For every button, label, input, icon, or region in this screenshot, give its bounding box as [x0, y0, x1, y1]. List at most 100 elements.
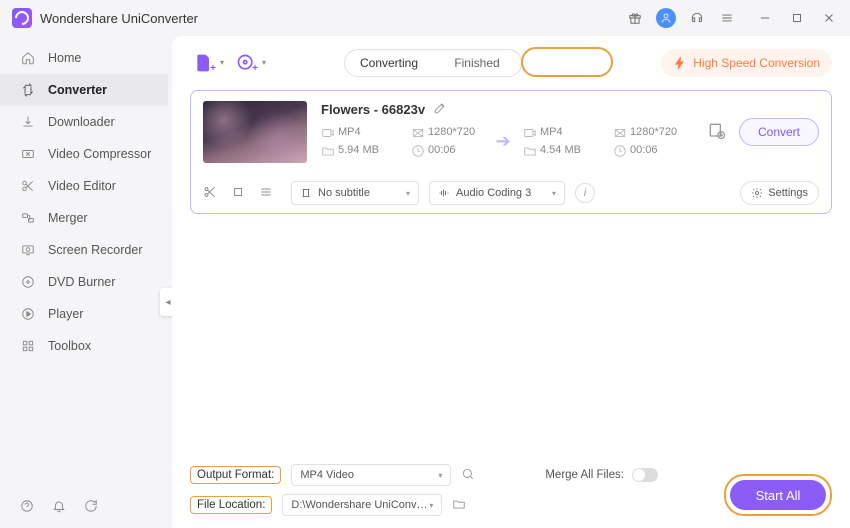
converter-icon: [20, 82, 36, 98]
chevron-down-icon: ▾: [429, 501, 433, 510]
download-icon: [20, 114, 36, 130]
plus-icon: +: [252, 63, 258, 74]
folder-icon: [321, 144, 333, 156]
plus-icon: +: [210, 63, 216, 74]
more-icon[interactable]: [259, 185, 273, 202]
crop-icon[interactable]: [231, 185, 245, 202]
sidebar-item-player[interactable]: Player: [0, 298, 168, 330]
app-logo: [12, 8, 32, 28]
highlight-finished: [521, 47, 613, 77]
dst-resolution: 1280*720: [630, 126, 677, 138]
sidebar-item-label: Toolbox: [48, 339, 91, 353]
speed-label: High Speed Conversion: [693, 56, 820, 70]
output-format-dropdown[interactable]: MP4 Video▾: [291, 464, 451, 486]
file-location-dropdown[interactable]: D:\Wondershare UniConverter 1▾: [282, 494, 442, 516]
sidebar-item-converter[interactable]: Converter: [0, 74, 168, 106]
sidebar-item-compressor[interactable]: Video Compressor: [0, 138, 168, 170]
merger-icon: [20, 210, 36, 226]
src-size: 5.94 MB: [338, 144, 379, 156]
highlight-start-all: Start All: [724, 474, 832, 516]
audio-dropdown[interactable]: Audio Coding 3▾: [429, 181, 565, 205]
src-format: MP4: [338, 126, 361, 138]
user-avatar-icon[interactable]: [656, 8, 676, 28]
high-speed-button[interactable]: High Speed Conversion: [661, 49, 832, 77]
scissors-icon: [20, 178, 36, 194]
titlebar: Wondershare UniConverter: [0, 0, 850, 36]
toolbar: +▾ +▾ Converting Finished High Speed Con…: [172, 36, 850, 90]
app-title: Wondershare UniConverter: [40, 11, 198, 26]
minimize-icon[interactable]: [756, 9, 774, 27]
sidebar-item-label: Downloader: [48, 115, 115, 129]
merge-label: Merge All Files:: [545, 469, 624, 481]
compressor-icon: [20, 146, 36, 162]
sidebar: Home Converter Downloader Video Compress…: [0, 36, 168, 528]
src-resolution: 1280*720: [428, 126, 475, 138]
sidebar-item-editor[interactable]: Video Editor: [0, 170, 168, 202]
preview-icon[interactable]: [461, 467, 475, 484]
info-icon[interactable]: i: [575, 183, 595, 203]
dst-duration: 00:06: [630, 144, 658, 156]
close-icon[interactable]: [820, 9, 838, 27]
chevron-down-icon: ▾: [552, 189, 556, 198]
sidebar-item-label: DVD Burner: [48, 275, 115, 289]
video-icon: [523, 126, 535, 138]
add-file-button[interactable]: +▾: [190, 50, 218, 76]
sidebar-item-label: Player: [48, 307, 83, 321]
support-icon[interactable]: [688, 9, 706, 27]
tab-converting[interactable]: Converting: [345, 50, 433, 76]
open-folder-icon[interactable]: [452, 497, 466, 514]
disc-icon: [20, 274, 36, 290]
help-icon[interactable]: [20, 499, 34, 516]
start-all-button[interactable]: Start All: [730, 480, 826, 510]
sidebar-item-label: Video Compressor: [48, 147, 151, 161]
sidebar-item-recorder[interactable]: Screen Recorder: [0, 234, 168, 266]
feedback-icon[interactable]: [84, 499, 98, 516]
settings-button[interactable]: Settings: [740, 181, 819, 205]
toolbox-icon: [20, 338, 36, 354]
sidebar-item-label: Screen Recorder: [48, 243, 143, 257]
tab-finished[interactable]: Finished: [433, 50, 521, 76]
resolution-icon: [613, 126, 625, 138]
cut-icon[interactable]: [203, 185, 217, 202]
arrow-right-icon: ➔: [483, 131, 523, 152]
edit-name-icon[interactable]: [433, 101, 447, 118]
gift-icon[interactable]: [626, 9, 644, 27]
sidebar-item-label: Video Editor: [48, 179, 116, 193]
recorder-icon: [20, 242, 36, 258]
file-location-label: File Location:: [190, 496, 272, 514]
clock-icon: [411, 144, 423, 156]
chevron-down-icon: ▾: [262, 58, 266, 67]
dst-format: MP4: [540, 126, 563, 138]
sidebar-item-merger[interactable]: Merger: [0, 202, 168, 234]
sidebar-item-toolbox[interactable]: Toolbox: [0, 330, 168, 362]
sidebar-item-label: Converter: [48, 83, 107, 97]
file-name: Flowers - 66823v: [321, 102, 425, 117]
dst-size: 4.54 MB: [540, 144, 581, 156]
sidebar-item-dvd[interactable]: DVD Burner: [0, 266, 168, 298]
home-icon: [20, 50, 36, 66]
convert-button[interactable]: Convert: [739, 118, 819, 146]
subtitle-dropdown[interactable]: No subtitle▾: [291, 181, 419, 205]
clock-icon: [613, 144, 625, 156]
status-tabs: Converting Finished: [344, 49, 522, 77]
bottom-bar: Output Format: MP4 Video▾ Merge All File…: [190, 464, 832, 516]
file-card: Flowers - 66823v MP4 1280*720 5.94 MB 00…: [190, 90, 832, 214]
sidebar-item-label: Home: [48, 51, 81, 65]
chevron-down-icon: ▾: [438, 471, 442, 480]
sidebar-item-label: Merger: [48, 211, 88, 225]
output-format-label: Output Format:: [190, 466, 281, 484]
video-icon: [321, 126, 333, 138]
content-area: +▾ +▾ Converting Finished High Speed Con…: [172, 36, 850, 528]
file-settings-icon[interactable]: [707, 121, 727, 144]
src-duration: 00:06: [428, 144, 456, 156]
merge-toggle[interactable]: [632, 468, 658, 482]
menu-icon[interactable]: [718, 9, 736, 27]
add-disc-button[interactable]: +▾: [232, 50, 260, 76]
resolution-icon: [411, 126, 423, 138]
sidebar-item-downloader[interactable]: Downloader: [0, 106, 168, 138]
video-thumbnail[interactable]: [203, 101, 307, 163]
bell-icon[interactable]: [52, 499, 66, 516]
sidebar-item-home[interactable]: Home: [0, 42, 168, 74]
chevron-down-icon: ▾: [406, 189, 410, 198]
maximize-icon[interactable]: [788, 9, 806, 27]
